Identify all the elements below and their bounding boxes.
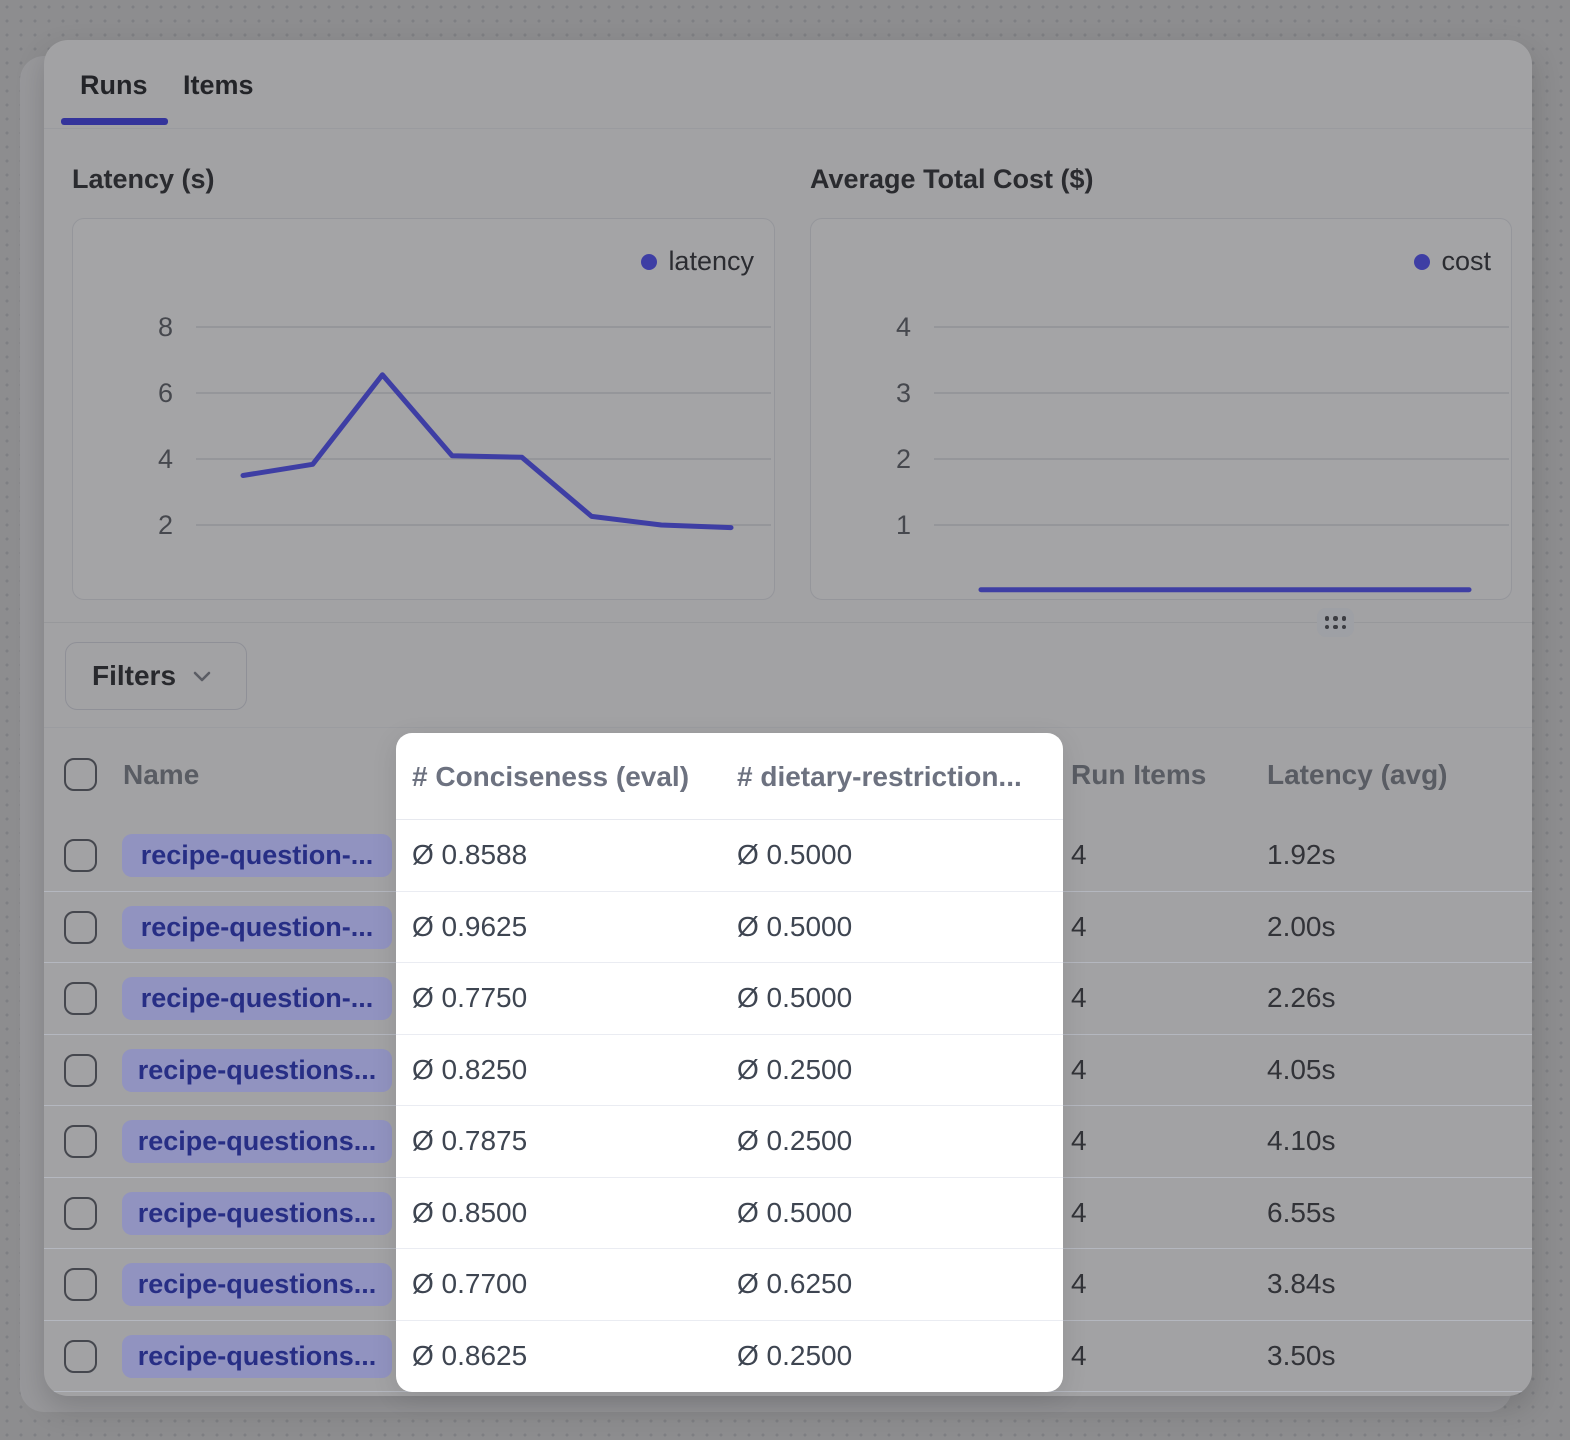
run-name-badge[interactable]: recipe-questions... (122, 1335, 392, 1378)
run-items-cell: 4 (1071, 1106, 1087, 1177)
grip-dots-icon (1325, 616, 1347, 629)
column-header-name[interactable]: Name (123, 728, 199, 821)
dietary-cell: Ø 0.5000 (737, 963, 852, 1034)
run-items-cell: 4 (1071, 1321, 1087, 1392)
latency-cell: 2.26s (1267, 963, 1336, 1034)
run-items-cell: 4 (1071, 1035, 1087, 1106)
svg-text:6: 6 (158, 378, 173, 408)
dietary-cell: Ø 0.2500 (737, 1035, 852, 1106)
row-checkbox[interactable] (64, 911, 97, 944)
chevron-down-icon (190, 664, 214, 688)
tab-bar: Runs Items (44, 40, 1532, 129)
latency-chart-title: Latency (s) (72, 164, 215, 194)
column-header-latency-avg[interactable]: Latency (avg) (1267, 728, 1448, 821)
dietary-cell: Ø 0.2500 (737, 1106, 852, 1177)
cost-legend-label: cost (1441, 246, 1491, 277)
conciseness-cell: Ø 0.8625 (412, 1321, 527, 1393)
svg-text:3: 3 (896, 378, 911, 408)
conciseness-cell: Ø 0.8500 (412, 1178, 527, 1249)
cost-legend: cost (1414, 246, 1491, 277)
run-items-cell: 4 (1071, 1178, 1087, 1249)
charts-table-divider (44, 622, 1532, 623)
svg-text:2: 2 (896, 444, 911, 474)
latency-cell: 4.05s (1267, 1035, 1336, 1106)
latency-legend-dot-icon (641, 254, 657, 270)
row-checkbox[interactable] (64, 839, 97, 872)
latency-cell: 3.50s (1267, 1321, 1336, 1392)
conciseness-cell: Ø 0.8250 (412, 1035, 527, 1106)
run-items-cell: 4 (1071, 963, 1087, 1034)
latency-cell: 1.92s (1267, 820, 1336, 891)
select-all-checkbox[interactable] (64, 758, 97, 791)
conciseness-cell: Ø 0.7875 (412, 1106, 527, 1177)
conciseness-cell: Ø 0.8588 (412, 820, 527, 891)
row-checkbox[interactable] (64, 982, 97, 1015)
resize-handle[interactable] (1317, 608, 1354, 637)
latency-chart-card: 2 4 6 8 latency (72, 218, 775, 600)
spotlight-row[interactable]: Ø 0.9625 Ø 0.5000 (396, 892, 1063, 964)
cost-chart-card: 1 2 3 4 cost (810, 218, 1512, 600)
filters-button[interactable]: Filters (65, 642, 247, 710)
row-checkbox[interactable] (64, 1340, 97, 1373)
spotlight-row[interactable]: Ø 0.8625 Ø 0.2500 (396, 1321, 1063, 1393)
row-checkbox[interactable] (64, 1268, 97, 1301)
tab-items[interactable]: Items (183, 70, 254, 100)
svg-text:4: 4 (158, 444, 173, 474)
dietary-cell: Ø 0.5000 (737, 1178, 852, 1249)
spotlight-row[interactable]: Ø 0.8250 Ø 0.2500 (396, 1035, 1063, 1107)
run-items-cell: 4 (1071, 820, 1087, 891)
dietary-cell: Ø 0.5000 (737, 892, 852, 963)
latency-legend: latency (641, 246, 754, 277)
run-name-badge[interactable]: recipe-question-... (122, 977, 392, 1020)
run-name-badge[interactable]: recipe-question-... (122, 834, 392, 877)
filters-button-label: Filters (92, 660, 176, 692)
run-name-badge[interactable]: recipe-questions... (122, 1263, 392, 1306)
svg-text:1: 1 (896, 510, 911, 540)
active-tab-underline (61, 118, 168, 125)
spotlight-row[interactable]: Ø 0.8588 Ø 0.5000 (396, 820, 1063, 892)
svg-text:4: 4 (896, 312, 911, 342)
run-name-badge[interactable]: recipe-questions... (122, 1120, 392, 1163)
spotlight-row[interactable]: Ø 0.8500 Ø 0.5000 (396, 1178, 1063, 1250)
svg-text:8: 8 (158, 312, 173, 342)
dietary-cell: Ø 0.5000 (737, 820, 852, 891)
conciseness-cell: Ø 0.7700 (412, 1249, 527, 1320)
row-checkbox[interactable] (64, 1197, 97, 1230)
run-items-cell: 4 (1071, 1249, 1087, 1320)
latency-legend-label: latency (668, 246, 754, 277)
page-background: { "tabs": [{ "label": "Runs" }, { "label… (0, 0, 1570, 1440)
cost-legend-dot-icon (1414, 254, 1430, 270)
conciseness-cell: Ø 0.9625 (412, 892, 527, 963)
row-checkbox[interactable] (64, 1125, 97, 1158)
column-header-conciseness[interactable]: # Conciseness (eval) (412, 733, 689, 820)
conciseness-cell: Ø 0.7750 (412, 963, 527, 1034)
latency-cell: 6.55s (1267, 1178, 1336, 1249)
cost-chart-title: Average Total Cost ($) (810, 164, 1094, 194)
cost-chart: 1 2 3 4 (811, 219, 1513, 601)
latency-cell: 3.84s (1267, 1249, 1336, 1320)
run-name-badge[interactable]: recipe-question-... (122, 906, 392, 949)
spotlight-row[interactable]: Ø 0.7700 Ø 0.6250 (396, 1249, 1063, 1321)
row-checkbox[interactable] (64, 1054, 97, 1087)
tab-runs[interactable]: Runs (80, 70, 148, 100)
spotlight-header-row: # Conciseness (eval) # dietary-restricti… (396, 733, 1063, 820)
latency-cell: 2.00s (1267, 892, 1336, 963)
spotlight-row[interactable]: Ø 0.7750 Ø 0.5000 (396, 963, 1063, 1035)
column-header-dietary[interactable]: # dietary-restriction... (737, 733, 1022, 820)
column-header-run-items[interactable]: Run Items (1071, 728, 1206, 821)
dietary-cell: Ø 0.2500 (737, 1321, 852, 1393)
spotlight-row[interactable]: Ø 0.7875 Ø 0.2500 (396, 1106, 1063, 1178)
highlighted-columns-panel: # Conciseness (eval) # dietary-restricti… (396, 733, 1063, 1392)
dietary-cell: Ø 0.6250 (737, 1249, 852, 1320)
latency-cell: 4.10s (1267, 1106, 1336, 1177)
run-items-cell: 4 (1071, 892, 1087, 963)
svg-text:2: 2 (158, 510, 173, 540)
run-name-badge[interactable]: recipe-questions... (122, 1192, 392, 1235)
run-name-badge[interactable]: recipe-questions... (122, 1049, 392, 1092)
